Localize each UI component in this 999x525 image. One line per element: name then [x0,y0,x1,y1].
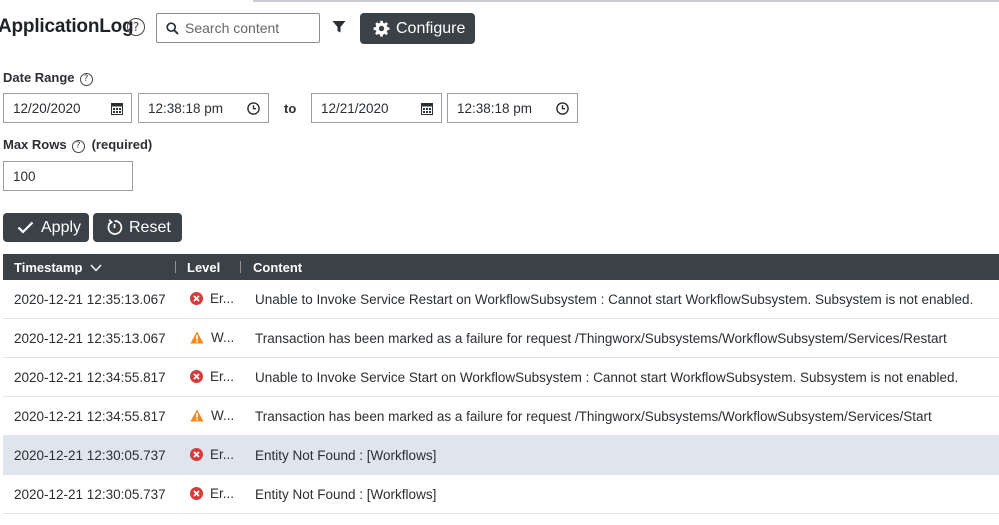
column-divider[interactable] [175,261,176,273]
level-cell: W... [190,330,234,345]
filter-icon[interactable] [332,20,346,34]
content-cell: Transaction has been marked as a failure… [255,331,947,346]
warning-icon [190,331,204,344]
help-icon[interactable]: ? [71,139,85,153]
configure-label: Configure [396,19,466,37]
timestamp-cell: 2020-12-21 12:30:05.737 [14,487,166,502]
required-label: (required) [91,137,153,152]
search-box[interactable] [156,13,320,43]
log-grid-header: Timestamp Level Content [3,254,999,280]
table-row[interactable]: 2020-12-21 12:35:13.067 W... Transaction h… [3,319,999,358]
level-text: W... [211,330,235,345]
gear-icon [373,20,390,37]
apply-label: Apply [41,218,82,236]
clock-icon[interactable] [247,101,260,115]
level-cell: Er... [190,369,234,384]
level-text: Er... [210,486,235,501]
max-rows-label: Max Rows? (required) [3,137,153,153]
error-icon [190,292,203,305]
level-text: Er... [210,369,235,384]
reset-button[interactable]: Reset [93,213,182,242]
start-date-field[interactable]: 12/20/2020 [3,93,132,123]
table-row[interactable]: 2020-12-21 12:30:05.737 Er... Entity Not F… [3,475,999,514]
error-icon [190,370,203,383]
top-divider [253,0,999,2]
date-range-label: Date Range? [3,70,93,86]
column-header-level[interactable]: Level [187,260,220,275]
table-row[interactable]: 2020-12-21 12:34:55.817 W... Transaction h… [3,397,999,436]
timestamp-cell: 2020-12-21 12:34:55.817 [14,409,166,424]
to-label: to [284,101,297,116]
search-input[interactable] [185,20,305,36]
error-icon [190,487,203,500]
table-row[interactable]: 2020-12-21 12:30:05.737 Er... Entity Not F… [3,436,999,475]
timestamp-cell: 2020-12-21 12:34:55.817 [14,370,166,385]
content-cell: Unable to Invoke Service Start on Workfl… [255,370,959,385]
error-icon [190,448,203,461]
content-cell: Entity Not Found : [Workflows] [255,487,437,502]
help-icon[interactable]: ? [127,18,145,36]
calendar-icon[interactable] [421,102,433,115]
timestamp-cell: 2020-12-21 12:35:13.067 [14,292,166,307]
column-header-content[interactable]: Content [253,260,302,275]
application-log-page: ApplicationLog ? Configure Date Range? 1… [0,0,999,525]
timestamp-cell: 2020-12-21 12:35:13.067 [14,331,166,346]
reset-label: Reset [129,218,171,236]
level-cell: Er... [190,447,234,462]
max-rows-input[interactable]: 100 [3,161,133,191]
level-text: Er... [210,447,235,462]
end-time-field[interactable]: 12:38:18 pm [447,93,578,123]
column-divider[interactable] [240,261,241,273]
start-time-field[interactable]: 12:38:18 pm [138,93,269,123]
help-icon[interactable]: ? [79,72,93,86]
page-title: ApplicationLog [0,16,134,37]
content-cell: Transaction has been marked as a failure… [255,409,932,424]
warning-icon [190,409,204,422]
table-row[interactable]: 2020-12-21 12:34:55.817 Er... Unable to In… [3,358,999,397]
level-cell: Er... [190,486,234,501]
table-row[interactable]: 2020-12-21 12:35:13.067 Er... Unable to In… [3,280,999,319]
content-cell: Unable to Invoke Service Restart on Work… [255,292,974,307]
search-icon [166,21,179,35]
timestamp-cell: 2020-12-21 12:30:05.737 [14,448,166,463]
level-text: W... [211,408,235,423]
clock-icon[interactable] [556,101,569,115]
column-header-timestamp[interactable]: Timestamp [14,260,102,275]
level-cell: Er... [190,291,234,306]
checkmark-icon [17,221,34,234]
content-cell: Entity Not Found : [Workflows] [255,448,437,463]
level-text: Er... [210,291,235,306]
sort-descending-icon[interactable] [90,264,102,272]
configure-button[interactable]: Configure [360,13,475,44]
level-cell: W... [190,408,234,423]
end-date-field[interactable]: 12/21/2020 [311,93,442,123]
calendar-icon[interactable] [111,102,123,115]
reset-icon [107,219,123,235]
apply-button[interactable]: Apply [3,213,89,242]
